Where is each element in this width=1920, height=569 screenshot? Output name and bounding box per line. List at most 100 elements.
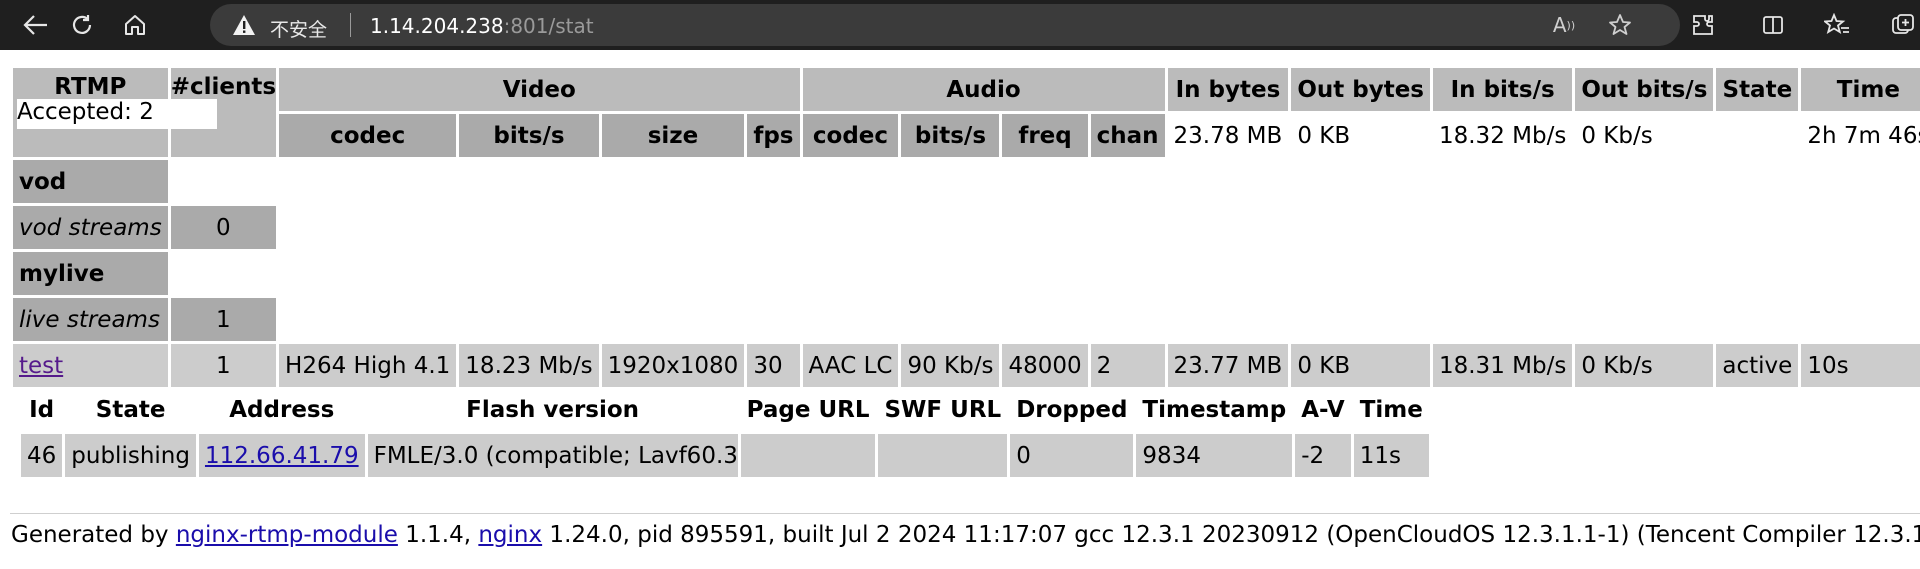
stream-name-cell: test (13, 344, 168, 387)
client-address-link[interactable]: 112.66.41.79 (205, 443, 359, 469)
stream-audio-chan: 2 (1090, 344, 1165, 387)
favorite-star-icon[interactable] (1606, 12, 1634, 38)
refresh-icon[interactable] (62, 6, 102, 44)
time-header: Time (1801, 68, 1920, 111)
app-streams-label-vod: vod streams (13, 206, 168, 249)
summary-in-bytes: 23.78 MB (1173, 122, 1283, 149)
client-col-page-url: Page URL (746, 396, 870, 423)
split-screen-icon[interactable] (1753, 6, 1793, 44)
stream-state: active (1716, 344, 1799, 387)
audio-bitrate-header: bits/s (901, 114, 1000, 157)
audio-header: Audio (802, 68, 1165, 111)
audio-codec-header: codec (802, 114, 899, 157)
audio-chan-header: chan (1090, 114, 1165, 157)
table-header-row: RTMP #clients Video Audio In bytes Out b… (13, 68, 1920, 157)
client-col-dropped: Dropped (1016, 396, 1128, 423)
read-aloud-icon[interactable]: A)) (1550, 12, 1578, 38)
in-bits-header: In bits/s (1432, 68, 1573, 111)
client-dropped: 0 (1010, 434, 1134, 477)
stream-time: 10s (1801, 344, 1920, 387)
footer-build-info: 1.24.0, pid 895591, built Jul 2 2024 11:… (542, 522, 1920, 548)
accepted-count: Accepted: 2 (17, 99, 217, 129)
stream-name-link[interactable]: test (19, 353, 63, 379)
stream-audio-codec: AAC LC (802, 344, 899, 387)
client-flash-version: FMLE/3.0 (compatible; Lavf60.3. (367, 434, 738, 477)
client-id: 46 (21, 434, 63, 477)
state-header: State (1716, 68, 1799, 111)
footer-prefix: Generated by (11, 522, 176, 548)
client-state: publishing (65, 434, 196, 477)
home-icon[interactable] (115, 6, 155, 44)
extensions-icon[interactable] (1683, 6, 1723, 44)
nginx-link[interactable]: nginx (478, 522, 542, 548)
summary-state (1716, 114, 1798, 157)
url-text[interactable]: 1.14.204.238:801/stat (370, 14, 594, 38)
clients-header-row: Id State Address Flash version Page URL … (21, 388, 1429, 431)
address-bar[interactable]: 不安全 1.14.204.238:801/stat A)) (210, 4, 1680, 46)
client-swf-url (878, 434, 1008, 477)
client-timestamp: 9834 (1136, 434, 1293, 477)
client-col-av: A-V (1301, 396, 1345, 423)
client-page-url (740, 434, 876, 477)
stream-in-bits: 18.31 Mb/s (1432, 344, 1573, 387)
in-bytes-header: In bytes (1167, 68, 1289, 111)
stream-in-bytes: 23.77 MB (1167, 344, 1289, 387)
summary-in-bits: 18.32 Mb/s (1438, 122, 1567, 149)
client-col-swf-url: SWF URL (884, 396, 1002, 423)
video-header: Video (279, 68, 800, 111)
browser-toolbar: 不安全 1.14.204.238:801/stat A)) (0, 0, 1920, 50)
rtmp-stats-table: RTMP #clients Video Audio In bytes Out b… (10, 65, 1920, 390)
app-name-vod: vod (13, 160, 168, 203)
client-col-time: Time (1359, 396, 1423, 423)
app-name-mylive: mylive (13, 252, 168, 295)
client-av: -2 (1295, 434, 1351, 477)
app-streams-row-mylive: live streams 1 (13, 298, 1920, 341)
favorites-list-icon[interactable] (1817, 6, 1857, 44)
video-size-header: size (601, 114, 745, 157)
summary-out-bytes: 0 KB (1297, 122, 1351, 149)
clients-table: Id State Address Flash version Page URL … (18, 385, 1432, 480)
horizontal-rule (10, 513, 1920, 514)
footer: Generated by nginx-rtmp-module 1.1.4, ng… (11, 522, 1920, 548)
summary-out-bits: 0 Kb/s (1581, 122, 1653, 149)
client-col-timestamp: Timestamp (1142, 396, 1287, 423)
stream-video-fps: 30 (747, 344, 800, 387)
stream-audio-freq: 48000 (1002, 344, 1088, 387)
back-arrow-icon[interactable] (16, 6, 56, 44)
stream-video-bitrate: 18.23 Mb/s (459, 344, 599, 387)
app-streams-count-mylive: 1 (170, 298, 277, 341)
nginx-rtmp-module-link[interactable]: nginx-rtmp-module (176, 522, 398, 548)
client-time: 11s (1353, 434, 1429, 477)
stream-out-bytes: 0 KB (1291, 344, 1430, 387)
stream-row: test 1 H264 High 4.1 18.23 Mb/s 1920x108… (13, 344, 1920, 387)
stream-video-size: 1920x1080 (601, 344, 745, 387)
stream-clients: 1 (170, 344, 277, 387)
app-row-vod: vod (13, 160, 1920, 203)
summary-time: 2h 7m 46s (1807, 122, 1920, 149)
app-row-mylive: mylive (13, 252, 1920, 295)
audio-freq-header: freq (1002, 114, 1088, 157)
table-subheader-row: codec bits/s size fps codec bits/s freq … (13, 114, 1920, 157)
video-bitrate-header: bits/s (459, 114, 599, 157)
video-codec-header: codec (279, 114, 457, 157)
client-col-flash: Flash version (466, 396, 640, 423)
collections-icon[interactable] (1883, 6, 1920, 44)
app-streams-count-vod: 0 (170, 206, 277, 249)
app-streams-row-vod: vod streams 0 (13, 206, 1920, 249)
security-label[interactable]: 不安全 (270, 15, 327, 42)
app-streams-label-mylive: live streams (13, 298, 168, 341)
stream-audio-bitrate: 90 Kb/s (901, 344, 1000, 387)
client-col-state: State (95, 396, 166, 423)
client-address-cell: 112.66.41.79 (198, 434, 365, 477)
client-col-address: Address (229, 396, 335, 423)
divider (350, 13, 351, 37)
client-row: 46 publishing 112.66.41.79 FMLE/3.0 (com… (21, 434, 1429, 477)
out-bytes-header: Out bytes (1291, 68, 1430, 111)
out-bits-header: Out bits/s (1575, 68, 1714, 111)
stream-video-codec: H264 High 4.1 (279, 344, 457, 387)
video-fps-header: fps (747, 114, 800, 157)
stream-out-bits: 0 Kb/s (1575, 344, 1714, 387)
footer-module-version: 1.1.4, (397, 522, 479, 548)
warning-icon[interactable] (232, 14, 256, 40)
client-col-id: Id (29, 396, 55, 423)
